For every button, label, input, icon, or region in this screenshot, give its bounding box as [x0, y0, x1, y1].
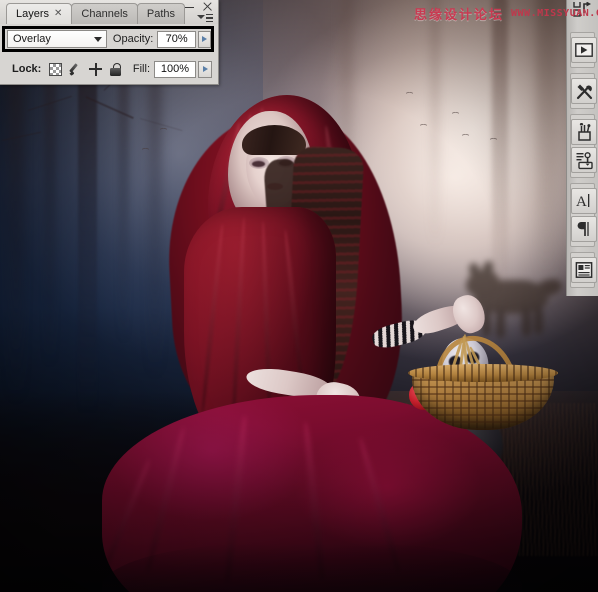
right-icon-dock[interactable]: A: [566, 0, 598, 296]
blend-mode-select[interactable]: Overlay: [7, 30, 107, 48]
move-icon[interactable]: [89, 62, 103, 76]
dock-group-actions: [570, 32, 597, 68]
tool-presets-icon[interactable]: [571, 78, 597, 104]
tab-channels[interactable]: Channels: [71, 3, 138, 24]
tab-layers-label: Layers: [16, 8, 50, 20]
opacity-input[interactable]: 70%: [157, 30, 196, 48]
wolf-leg: [534, 304, 543, 334]
svg-text:A: A: [576, 194, 587, 210]
actions-play-icon[interactable]: [571, 37, 597, 63]
fill-input[interactable]: 100%: [154, 60, 196, 78]
paragraph-icon[interactable]: [571, 216, 597, 242]
fill-slider-button[interactable]: [198, 60, 212, 78]
photoshop-screenshot: 思缘设计论坛 WWW.MISSYUAN.COM Layers ✕ Channel…: [0, 0, 598, 592]
checkerboard-icon[interactable]: [49, 62, 63, 76]
tab-channels-label: Channels: [81, 8, 128, 20]
flying-bird: [142, 148, 149, 151]
close-panel-icon[interactable]: [202, 1, 213, 12]
close-icon[interactable]: ✕: [54, 9, 62, 19]
clone-source-icon[interactable]: [571, 147, 597, 173]
tab-layers[interactable]: Layers ✕: [6, 3, 73, 24]
eye: [252, 161, 265, 167]
fill-label: Fill:: [132, 63, 150, 75]
basket-rim: [408, 364, 558, 382]
layers-panel[interactable]: Layers ✕ Channels Paths Overlay Opacity:…: [0, 0, 219, 85]
chevron-down-icon: [197, 15, 205, 19]
wicker-basket: [408, 328, 558, 430]
brushes-icon[interactable]: [571, 119, 597, 145]
flying-bird: [490, 138, 497, 141]
panel-title-bar: Layers ✕ Channels Paths: [0, 0, 218, 24]
wolf-leg: [496, 308, 505, 338]
skirt-fold: [101, 458, 153, 572]
opacity-label: Opacity:: [112, 33, 154, 45]
dock-group-brushes: [570, 114, 597, 178]
brush-icon[interactable]: [69, 63, 82, 76]
history-actions-icon[interactable]: [571, 2, 595, 22]
character-icon[interactable]: A: [571, 188, 597, 214]
lock-icon-group: [49, 62, 122, 76]
triangle-right-icon: [201, 36, 207, 42]
tab-paths-label: Paths: [146, 8, 176, 20]
blend-mode-row: Overlay Opacity: 70%: [2, 26, 214, 52]
wolf-ear: [482, 260, 494, 275]
image-canvas[interactable]: [0, 0, 598, 592]
lock-label: Lock:: [12, 63, 42, 75]
dock-group-layer-comps: [570, 252, 597, 288]
chevron-down-icon: [93, 36, 102, 42]
triangle-right-icon: [202, 66, 208, 72]
dock-group-tool-presets: [570, 73, 597, 109]
cloak-fold: [200, 223, 225, 413]
layer-comps-icon[interactable]: [571, 257, 597, 283]
window-controls: [184, 1, 213, 12]
panel-menu-icon[interactable]: [197, 13, 213, 23]
padlock-icon[interactable]: [109, 62, 122, 76]
fill-group: Fill: 100%: [132, 60, 212, 78]
dock-group-type: A: [570, 183, 597, 247]
tree-trunk: [536, 0, 556, 285]
hamburger-icon: [206, 14, 213, 24]
cloak-fold: [230, 217, 247, 427]
minimize-icon[interactable]: [184, 1, 195, 12]
opacity-slider-button[interactable]: [197, 30, 211, 48]
wolf-leg: [522, 306, 531, 336]
tab-paths[interactable]: Paths: [136, 3, 186, 24]
blend-mode-value: Overlay: [13, 33, 51, 45]
panel-tabs: Layers ✕ Channels Paths: [6, 3, 186, 24]
dock-group-history: [570, 2, 595, 28]
lock-row: Lock: Fill: 100%: [0, 56, 218, 82]
woman-figure: [101, 95, 522, 592]
